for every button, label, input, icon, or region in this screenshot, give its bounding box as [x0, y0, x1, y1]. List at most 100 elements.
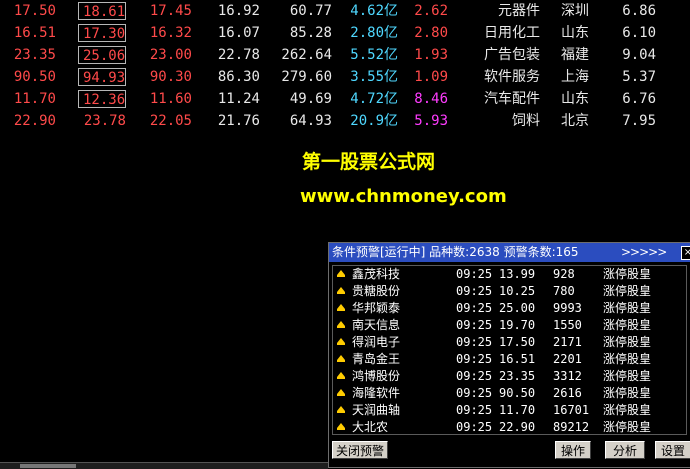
close-alert-button[interactable]: 关闭预警 [332, 441, 388, 459]
volume-cell: 262.64 [281, 47, 332, 63]
alert-time: 09:25 [456, 369, 493, 383]
stock-name: 华邦颖泰 [352, 301, 401, 315]
alert-row[interactable]: 海隆软件 09:25 90.50 2616 涨停股皇 [333, 385, 683, 402]
region-cell: 深圳 [561, 3, 589, 19]
alert-volume: 780 [553, 284, 575, 298]
alert-type: 涨停股皇 [603, 335, 652, 349]
industry-cell: 广告包装 [484, 47, 540, 63]
alert-row[interactable]: 华邦颖泰 09:25 25.00 9993 涨停股皇 [333, 300, 683, 317]
alert-row[interactable]: 天润曲轴 09:25 11.70 16701 涨停股皇 [333, 402, 683, 419]
alert-time: 09:25 [456, 284, 493, 298]
alert-type: 涨停股皇 [603, 369, 652, 383]
stock-name: 得润电子 [352, 335, 401, 349]
stock-name: 贵糖股份 [352, 284, 401, 298]
turnover-amount-cell: 3.55亿 [350, 69, 398, 85]
quote-row[interactable]: 11.70 12.36 11.60 11.24 49.69 4.72亿 8.46 汽车配件 山东… [0, 88, 690, 110]
high-price-cell: 12.36 [78, 90, 126, 108]
stock-name: 鑫茂科技 [352, 267, 401, 281]
alert-price: 22.90 [499, 420, 536, 434]
volume-cell: 60.77 [289, 3, 332, 19]
quote-row[interactable]: 22.90 23.78 22.05 21.76 64.93 20.9亿 5.93 饲料 北京 7.… [0, 110, 690, 132]
stock-name: 南天信息 [352, 318, 401, 332]
prev-close-cell: 21.76 [217, 113, 260, 129]
volume-ratio-cell: 5.93 [414, 113, 448, 129]
up-arrow-icon [337, 355, 345, 362]
pe-ratio-cell: 6.86 [622, 3, 656, 19]
pe-ratio-cell: 9.04 [622, 47, 656, 63]
stock-name: 鸿博股份 [352, 369, 401, 383]
promo-url: www.chnmoney.com [300, 186, 507, 207]
low-price-cell: 90.30 [149, 69, 192, 85]
promo-watermark: 第一股票公式网 www.chnmoney.com [300, 150, 507, 209]
alert-type: 涨停股皇 [603, 386, 652, 400]
analyze-button[interactable]: 分析 [605, 441, 645, 459]
up-arrow-icon [337, 406, 345, 413]
pe-ratio-cell: 6.76 [622, 91, 656, 107]
region-cell: 上海 [561, 69, 589, 85]
turnover-amount-cell: 2.80亿 [350, 25, 398, 41]
alert-title: 条件预警[运行中] 品种数:2638 预警条数:165 [332, 245, 579, 259]
scrollbar-thumb[interactable] [20, 464, 76, 468]
up-arrow-icon [337, 270, 345, 277]
industry-cell: 汽车配件 [484, 91, 540, 107]
alert-price: 17.50 [499, 335, 536, 349]
region-cell: 山东 [561, 25, 589, 41]
turnover-amount-cell: 4.62亿 [350, 3, 398, 19]
alert-volume: 9993 [553, 301, 582, 315]
expand-arrows-icon[interactable]: >>>>> [621, 243, 667, 262]
volume-cell: 85.28 [289, 25, 332, 41]
alert-row[interactable]: 大北农 09:25 22.90 89212 涨停股皇 [333, 419, 683, 434]
up-arrow-icon [337, 287, 345, 294]
alert-row[interactable]: 鸿博股份 09:25 23.35 3312 涨停股皇 [333, 368, 683, 385]
low-price-cell: 23.00 [149, 47, 192, 63]
high-price-cell: 18.61 [78, 2, 126, 20]
volume-ratio-cell: 1.93 [414, 47, 448, 63]
quote-row[interactable]: 23.35 25.06 23.00 22.78 262.64 5.52亿 1.93 广告包装 福… [0, 44, 690, 66]
alert-list[interactable]: 鑫茂科技 09:25 13.99 928 涨停股皇 贵糖股份 09:25 10.25 780 涨停… [332, 265, 687, 435]
settings-button[interactable]: 设置 [655, 441, 690, 459]
alert-row[interactable]: 鑫茂科技 09:25 13.99 928 涨停股皇 [333, 266, 683, 283]
region-cell: 福建 [561, 47, 589, 63]
volume-cell: 279.60 [281, 69, 332, 85]
alert-row[interactable]: 南天信息 09:25 19.70 1550 涨停股皇 [333, 317, 683, 334]
alert-type: 涨停股皇 [603, 420, 652, 434]
alert-price: 23.35 [499, 369, 536, 383]
volume-ratio-cell: 2.62 [414, 3, 448, 19]
open-price-cell: 17.50 [13, 3, 56, 19]
low-price-cell: 17.45 [149, 3, 192, 19]
up-arrow-icon [337, 372, 345, 379]
alert-row[interactable]: 青岛金王 09:25 16.51 2201 涨停股皇 [333, 351, 683, 368]
prev-close-cell: 16.07 [217, 25, 260, 41]
quote-row[interactable]: 16.51 17.30 16.32 16.07 85.28 2.80亿 2.80 日用化工 山东… [0, 22, 690, 44]
pe-ratio-cell: 7.95 [622, 113, 656, 129]
alert-price: 25.00 [499, 301, 536, 315]
alert-type: 涨停股皇 [603, 267, 652, 281]
industry-cell: 软件服务 [484, 69, 540, 85]
alert-price: 19.70 [499, 318, 536, 332]
quote-row[interactable]: 17.50 18.61 17.45 16.92 60.77 4.62亿 2.62 元器件 深圳 6… [0, 0, 690, 22]
open-price-cell: 22.90 [13, 113, 56, 129]
alert-titlebar[interactable]: 条件预警[运行中] 品种数:2638 预警条数:165 >>>>> × [329, 243, 690, 262]
up-arrow-icon [337, 423, 345, 430]
alert-time: 09:25 [456, 403, 493, 417]
volume-ratio-cell: 1.09 [414, 69, 448, 85]
open-price-cell: 23.35 [13, 47, 56, 63]
alert-row[interactable]: 得润电子 09:25 17.50 2171 涨停股皇 [333, 334, 683, 351]
alert-price: 13.99 [499, 267, 536, 281]
alert-time: 09:25 [456, 267, 493, 281]
close-icon[interactable]: × [681, 246, 690, 260]
pe-ratio-cell: 5.37 [622, 69, 656, 85]
prev-close-cell: 86.30 [217, 69, 260, 85]
high-price-cell: 94.93 [78, 68, 126, 86]
alert-time: 09:25 [456, 335, 493, 349]
stock-name: 海隆软件 [352, 386, 401, 400]
quote-row[interactable]: 90.50 94.93 90.30 86.30 279.60 3.55亿 1.09 软件服务 上… [0, 66, 690, 88]
pe-ratio-cell: 6.10 [622, 25, 656, 41]
high-price-cell: 25.06 [78, 46, 126, 64]
alert-row[interactable]: 贵糖股份 09:25 10.25 780 涨停股皇 [333, 283, 683, 300]
operate-button[interactable]: 操作 [555, 441, 591, 459]
alert-type: 涨停股皇 [603, 318, 652, 332]
alert-volume: 1550 [553, 318, 582, 332]
alert-volume: 16701 [553, 403, 590, 417]
alert-price: 16.51 [499, 352, 536, 366]
